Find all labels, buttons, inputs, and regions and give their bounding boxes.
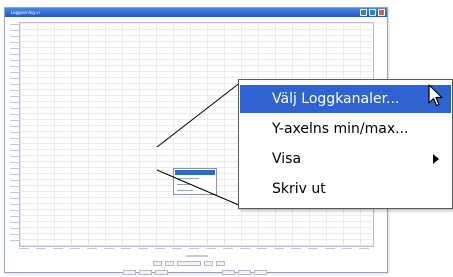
menu-item-show[interactable]: Visa xyxy=(240,145,451,173)
menu-item-label: Visa xyxy=(272,151,302,167)
context-menu: Välj Loggkanaler... Y-axelns min/max... … xyxy=(238,79,453,209)
menu-item-print[interactable]: Skriv ut xyxy=(240,175,451,203)
menu-item-select-log-channels[interactable]: Välj Loggkanaler... xyxy=(240,85,451,113)
menu-item-label: Välj Loggkanaler... xyxy=(272,91,400,107)
menu-item-y-axis-min-max[interactable]: Y-axelns min/max... xyxy=(240,115,451,143)
arrow-cursor-icon xyxy=(428,84,443,107)
triangle-right-icon xyxy=(433,154,439,164)
callout-line-top xyxy=(156,81,242,148)
menu-item-label: Y-axelns min/max... xyxy=(272,121,409,137)
callout-line-bottom xyxy=(156,169,242,207)
menu-item-label: Skriv ut xyxy=(272,181,326,197)
